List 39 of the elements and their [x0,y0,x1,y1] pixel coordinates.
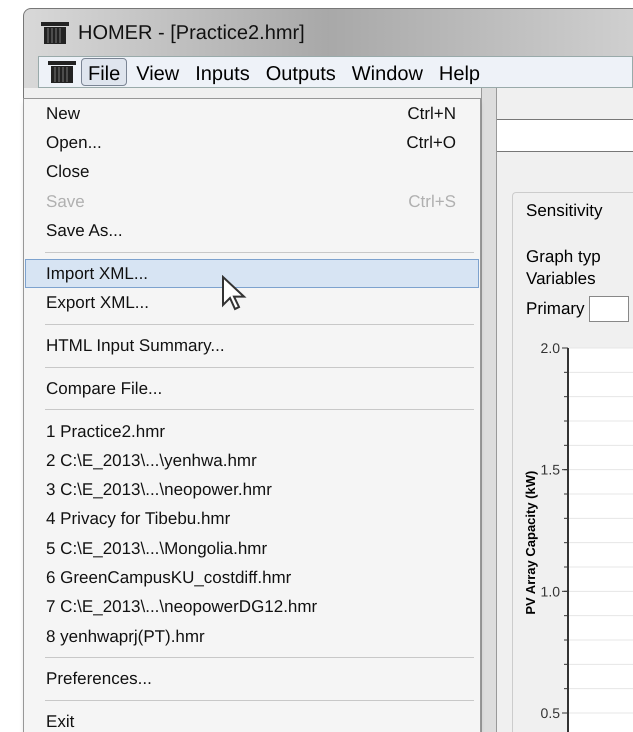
menu-item[interactable]: Outputs [258,58,343,86]
menu-option[interactable]: Open... Ctrl+O [25,128,479,158]
menu-option[interactable]: HTML Input Summary... [25,331,479,360]
menu-item[interactable]: File [81,58,128,86]
menu-item[interactable]: View [129,58,186,86]
graph-type-label: Graph typ [526,246,602,268]
menu-option[interactable]: 5 C:\E_2013\...\Mongolia.hmr [25,534,479,564]
menu-option[interactable]: 8 yenhwaprj(PT).hmr [25,622,479,652]
menu-option[interactable]: Close [25,158,479,187]
sensitivity-tab[interactable]: Sensitivity [526,198,633,224]
y-axis-label: PV Array Capacity (kW) [523,470,538,614]
menu-option[interactable]: Export XML... [25,288,479,318]
column-logo-icon [40,20,70,46]
mouse-pointer-icon [221,275,247,311]
window-title: HOMER - [Practice2.hmr] [78,20,305,46]
menu-option[interactable]: 7 C:\E_2013\...\neopowerDG12.hmr [25,592,479,622]
menu-option[interactable]: 1 Practice2.hmr [25,416,479,446]
menu-option[interactable]: Save As... [25,216,479,246]
menu-option[interactable]: Compare File... [25,374,479,404]
menu-option[interactable]: Preferences... [25,664,479,694]
splitter-bar[interactable] [481,88,497,732]
primary-dropdown[interactable] [588,296,629,322]
menu-option[interactable]: 6 GreenCampusKU_costdiff.hmr [25,563,479,592]
menu-item[interactable]: Window [344,58,430,86]
menu-option[interactable]: Exit [25,707,479,732]
primary-label: Primary [526,298,585,320]
axis-tick-label: 0.5 [540,704,560,720]
axis-tick-label: 1.5 [540,461,560,478]
menu-option[interactable]: 2 C:\E_2013\...\yenhwa.hmr [25,446,479,476]
axis-tick-label: 1.0 [540,582,560,599]
menu-option[interactable]: 3 C:\E_2013\...\neopower.hmr [25,475,479,505]
column-logo-icon[interactable] [47,58,77,86]
menu-option[interactable]: Import XML... [25,258,479,288]
variables-label: Variables [526,268,597,290]
axis-tick-label: 2.0 [540,340,560,356]
menu-item[interactable]: Help [432,58,488,86]
menu-option[interactable]: 4 Privacy for Tibebu.hmr [25,504,479,534]
menu-option[interactable]: New Ctrl+N [25,99,479,128]
menu-item[interactable]: Inputs [188,58,257,86]
